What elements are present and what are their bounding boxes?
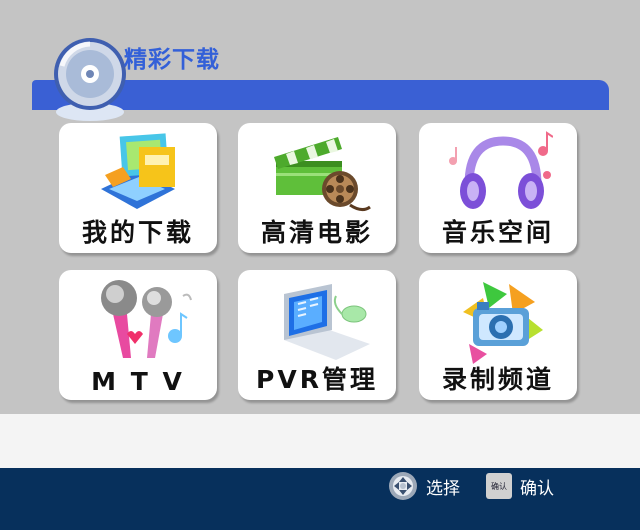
confirm-label: 确认 [520, 478, 554, 499]
info-strip [0, 414, 640, 468]
headphones-icon [449, 131, 553, 209]
cd-disc-icon [54, 38, 126, 121]
tile-recorded-channels[interactable]: 录制频道 [419, 270, 577, 400]
camera-icon [463, 282, 543, 364]
page-title: 精彩下载 [124, 47, 220, 73]
tile-label: PVR管理 [256, 365, 378, 394]
select-hint: 选择 [388, 472, 460, 500]
tile-pvr-management[interactable]: PVR管理 [238, 270, 396, 400]
dpad-icon [389, 472, 417, 500]
tile-mtv[interactable]: M T V [59, 270, 217, 400]
tile-label: M T V [91, 367, 185, 396]
ok-key-icon: 确认 [486, 473, 512, 499]
microphones-icon [101, 280, 192, 358]
film-clapper-icon [274, 137, 371, 212]
select-label: 选择 [426, 478, 460, 499]
tile-label: 录制频道 [441, 365, 554, 394]
confirm-hint: 确认 确认 [486, 472, 554, 500]
tile-hd-movies[interactable]: 高清电影 [238, 123, 396, 253]
tile-my-downloads[interactable]: 我的下载 [59, 123, 217, 253]
tile-label: 高清电影 [260, 218, 373, 247]
tile-label: 我的下载 [81, 218, 194, 247]
laptop-icon [284, 284, 370, 360]
tile-music-space[interactable]: 音乐空间 [419, 123, 577, 253]
tile-label: 音乐空间 [441, 218, 554, 247]
downloads-folder-icon [101, 133, 175, 209]
